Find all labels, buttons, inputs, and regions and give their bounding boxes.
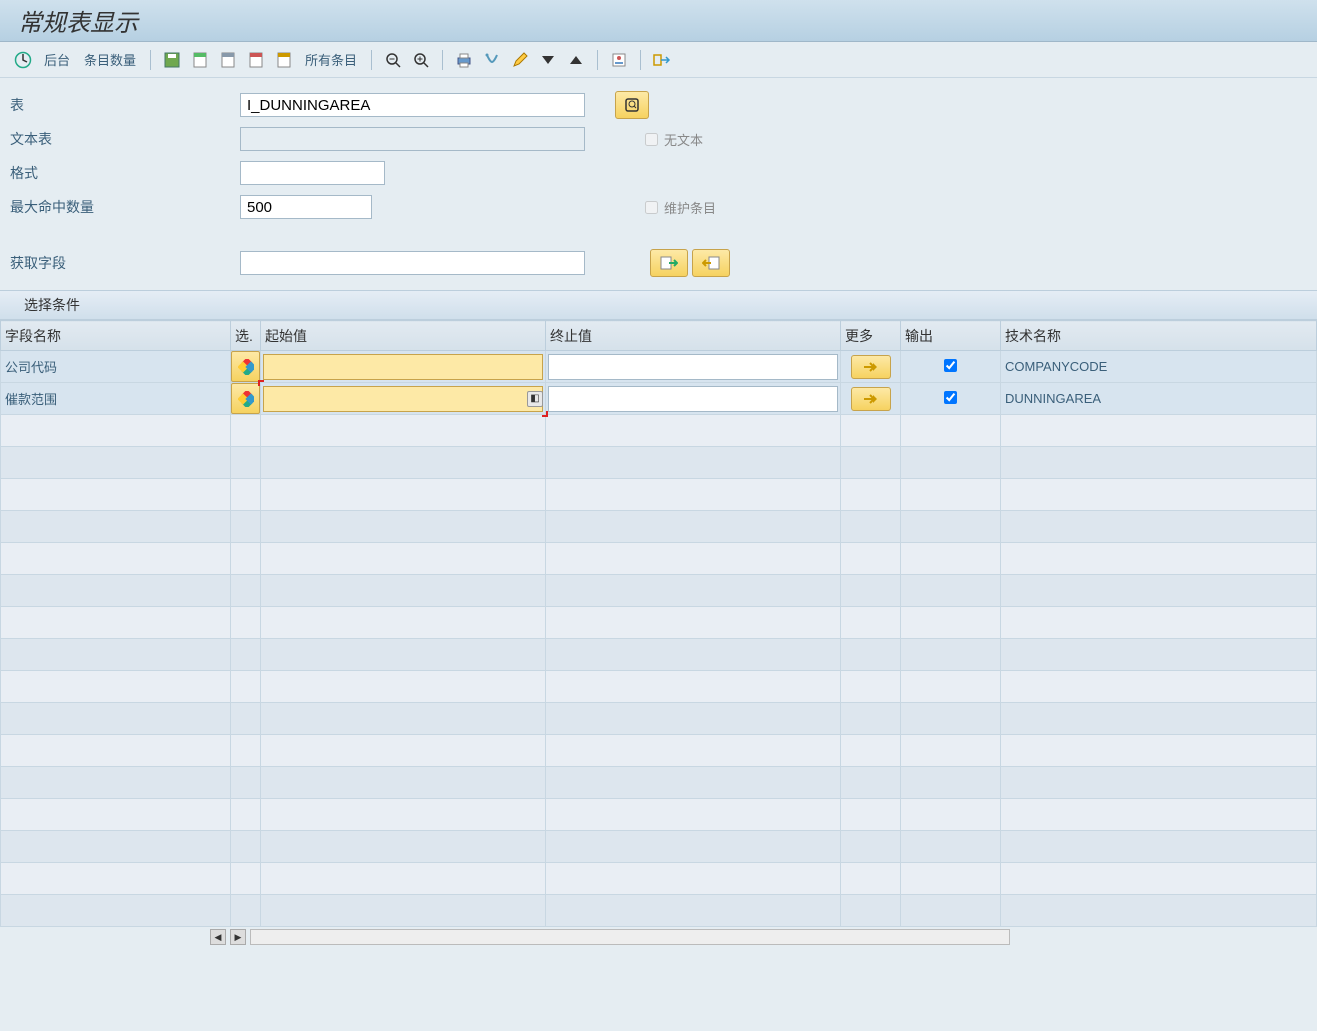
section-header: 选择条件 xyxy=(0,290,1317,320)
form-area: 表 文本表 无文本 格式 最大命中数量 维护条目 获取字段 xyxy=(0,78,1317,290)
no-text-label: 无文本 xyxy=(664,130,703,149)
mail-icon[interactable] xyxy=(481,49,503,71)
table-row-empty xyxy=(1,607,1317,639)
col-from[interactable]: 起始值 xyxy=(261,321,546,351)
no-text-checkbox xyxy=(645,133,658,146)
all-entries-icon[interactable] xyxy=(273,49,295,71)
entry-count-button[interactable]: 条目数量 xyxy=(80,50,140,69)
scroll-left-icon[interactable]: ◀ xyxy=(210,929,226,945)
separator xyxy=(640,50,641,70)
up-arrow-icon[interactable] xyxy=(565,49,587,71)
horizontal-scrollbar[interactable]: ◀ ▶ xyxy=(0,927,1317,947)
fetch-fields-label: 获取字段 xyxy=(8,253,240,273)
title-bar: 常规表显示 xyxy=(0,0,1317,42)
col-fieldname[interactable]: 字段名称 xyxy=(1,321,231,351)
maintain-entries-wrap: 维护条目 xyxy=(645,198,716,217)
separator xyxy=(371,50,372,70)
more-button[interactable] xyxy=(851,355,891,379)
zoom-in-icon[interactable] xyxy=(410,49,432,71)
table-row-empty xyxy=(1,895,1317,927)
import-button[interactable] xyxy=(650,249,688,277)
table-label: 表 xyxy=(8,95,240,115)
table-row-empty xyxy=(1,415,1317,447)
scroll-right-icon[interactable]: ▶ xyxy=(230,929,246,945)
tech-name-text: COMPANYCODE xyxy=(1001,359,1107,374)
toolbar: 后台 条目数量 所有条目 xyxy=(0,42,1317,78)
table-row: 公司代码 COMPANYCODE xyxy=(1,351,1317,383)
scroll-track[interactable] xyxy=(250,929,1010,945)
col-to[interactable]: 终止值 xyxy=(546,321,841,351)
print-icon[interactable] xyxy=(453,49,475,71)
to-value-input[interactable] xyxy=(548,386,838,412)
table-input[interactable] xyxy=(240,93,585,117)
from-value-input[interactable] xyxy=(263,386,543,412)
table-row-empty xyxy=(1,479,1317,511)
execute-icon[interactable] xyxy=(12,49,34,71)
table-row-empty xyxy=(1,671,1317,703)
fetch-fields-input[interactable] xyxy=(240,251,585,275)
text-table-input xyxy=(240,127,585,151)
table-row-empty xyxy=(1,543,1317,575)
pencil-icon[interactable] xyxy=(509,49,531,71)
max-hits-input[interactable] xyxy=(240,195,372,219)
page-title: 常规表显示 xyxy=(18,3,138,38)
table-row-empty xyxy=(1,703,1317,735)
all-entries-label[interactable]: 所有条目 xyxy=(301,50,361,69)
field-name-link[interactable]: 公司代码 xyxy=(1,360,57,375)
table-row-empty xyxy=(1,863,1317,895)
table-row-empty xyxy=(1,735,1317,767)
section-header-label: 选择条件 xyxy=(24,295,80,315)
format-label: 格式 xyxy=(8,163,240,183)
from-value-input[interactable] xyxy=(263,354,543,380)
table-row-empty xyxy=(1,831,1317,863)
separator xyxy=(442,50,443,70)
table-row-empty xyxy=(1,511,1317,543)
table-row: 催款范围 ◧ DUNNINGAREA xyxy=(1,383,1317,415)
maintain-entries-label: 维护条目 xyxy=(664,198,716,217)
to-value-input[interactable] xyxy=(548,354,838,380)
table-row-empty xyxy=(1,767,1317,799)
tech-name-text: DUNNINGAREA xyxy=(1001,391,1101,406)
selection-options-button[interactable] xyxy=(231,383,260,414)
no-text-checkbox-wrap: 无文本 xyxy=(645,130,703,149)
separator xyxy=(150,50,151,70)
col-output[interactable]: 输出 xyxy=(901,321,1001,351)
max-hits-label: 最大命中数量 xyxy=(8,197,240,217)
search-table-button[interactable] xyxy=(615,91,649,119)
exit-icon[interactable] xyxy=(651,49,673,71)
save-icon[interactable] xyxy=(161,49,183,71)
col-techname[interactable]: 技术名称 xyxy=(1001,321,1317,351)
f4-help-icon[interactable]: ◧ xyxy=(527,391,543,407)
more-button[interactable] xyxy=(851,387,891,411)
table-row-empty xyxy=(1,575,1317,607)
doc1-icon[interactable] xyxy=(189,49,211,71)
doc3-icon[interactable] xyxy=(245,49,267,71)
selection-table: 字段名称 选. 起始值 终止值 更多 输出 技术名称 公司代码 COMPANYCO… xyxy=(0,320,1317,947)
table-row-empty xyxy=(1,447,1317,479)
export-button[interactable] xyxy=(692,249,730,277)
zoom-out-icon[interactable] xyxy=(382,49,404,71)
maintain-entries-checkbox xyxy=(645,201,658,214)
doc2-icon[interactable] xyxy=(217,49,239,71)
dropdown-arrow-icon[interactable] xyxy=(537,49,559,71)
text-table-label: 文本表 xyxy=(8,129,240,149)
table-row-empty xyxy=(1,639,1317,671)
table-row-empty xyxy=(1,799,1317,831)
col-more[interactable]: 更多 xyxy=(841,321,901,351)
separator xyxy=(597,50,598,70)
settings-icon[interactable] xyxy=(608,49,630,71)
background-button[interactable]: 后台 xyxy=(40,50,74,69)
output-checkbox[interactable] xyxy=(944,359,957,372)
format-input[interactable] xyxy=(240,161,385,185)
col-selection[interactable]: 选. xyxy=(231,321,261,351)
selection-options-button[interactable] xyxy=(231,351,260,382)
field-name-link[interactable]: 催款范围 xyxy=(1,392,57,407)
output-checkbox[interactable] xyxy=(944,391,957,404)
